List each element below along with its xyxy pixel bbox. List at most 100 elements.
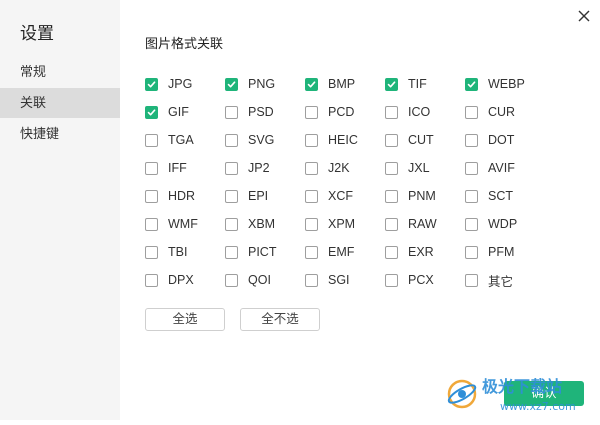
checkbox-box[interactable] (225, 105, 238, 119)
checkbox-label: IFF (168, 161, 187, 175)
checkbox-box[interactable] (145, 161, 158, 175)
format-checkbox-avif[interactable]: AVIF (465, 160, 515, 176)
format-checkbox-psd[interactable]: PSD (225, 104, 274, 120)
checkbox-label: XPM (328, 217, 356, 231)
format-checkbox-webp[interactable]: WEBP (465, 76, 525, 92)
checkbox-box[interactable] (305, 133, 318, 147)
checkbox-box[interactable] (225, 273, 238, 287)
checkbox-box[interactable] (465, 189, 478, 203)
checkbox-box[interactable] (385, 245, 398, 259)
select-all-button[interactable]: 全选 (145, 308, 225, 331)
format-checkbox-xcf[interactable]: XCF (305, 188, 353, 204)
checkbox-box[interactable] (225, 77, 238, 91)
checkbox-label: SCT (488, 189, 513, 203)
checkbox-box[interactable] (385, 161, 398, 175)
confirm-button[interactable]: 确认 (504, 381, 584, 406)
format-checkbox-jxl[interactable]: JXL (385, 160, 430, 176)
format-checkbox-cut[interactable]: CUT (385, 132, 434, 148)
format-checkbox-qoi[interactable]: QOI (225, 272, 271, 288)
checkbox-box[interactable] (465, 105, 478, 119)
checkbox-box[interactable] (145, 77, 158, 91)
format-checkbox-tbi[interactable]: TBI (145, 244, 187, 260)
checkbox-box[interactable] (385, 133, 398, 147)
checkbox-label: EPI (248, 189, 269, 203)
format-checkbox-sgi[interactable]: SGI (305, 272, 350, 288)
format-checkbox-xbm[interactable]: XBM (225, 216, 275, 232)
select-none-button[interactable]: 全不选 (240, 308, 320, 331)
format-checkbox-cur[interactable]: CUR (465, 104, 515, 120)
checkbox-label: DOT (488, 133, 515, 147)
checkbox-box[interactable] (465, 245, 478, 259)
checkbox-box[interactable] (465, 217, 478, 231)
checkbox-box[interactable] (145, 217, 158, 231)
format-checkbox-pfm[interactable]: PFM (465, 244, 514, 260)
format-checkbox-其它[interactable]: 其它 (465, 272, 513, 289)
format-checkbox-jp2[interactable]: JP2 (225, 160, 270, 176)
checkbox-box[interactable] (225, 245, 238, 259)
format-checkbox-png[interactable]: PNG (225, 76, 275, 92)
format-checkbox-svg[interactable]: SVG (225, 132, 274, 148)
checkbox-box[interactable] (465, 273, 478, 287)
checkbox-box[interactable] (145, 133, 158, 147)
checkbox-box[interactable] (465, 77, 478, 91)
format-checkbox-pnm[interactable]: PNM (385, 188, 436, 204)
format-checkbox-epi[interactable]: EPI (225, 188, 268, 204)
checkbox-label: JPG (168, 77, 193, 91)
close-button[interactable] (574, 6, 594, 26)
checkbox-box[interactable] (305, 245, 318, 259)
format-checkbox-gif[interactable]: GIF (145, 104, 189, 120)
checkbox-box[interactable] (305, 105, 318, 119)
checkbox-box[interactable] (145, 273, 158, 287)
format-checkbox-pcd[interactable]: PCD (305, 104, 354, 120)
format-checkbox-raw[interactable]: RAW (385, 216, 437, 232)
format-checkbox-dpx[interactable]: DPX (145, 272, 194, 288)
checkbox-box[interactable] (305, 189, 318, 203)
checkbox-box[interactable] (305, 217, 318, 231)
checkbox-box[interactable] (225, 161, 238, 175)
sidebar-item-general[interactable]: 常规 (0, 57, 120, 87)
checkbox-box[interactable] (225, 133, 238, 147)
checkbox-label: HDR (168, 189, 196, 203)
checkbox-box[interactable] (385, 105, 398, 119)
format-checkbox-tif[interactable]: TIF (385, 76, 427, 92)
sidebar: 设置 常规 关联 快捷键 (0, 0, 120, 420)
format-checkbox-pict[interactable]: PICT (225, 244, 276, 260)
checkbox-box[interactable] (305, 161, 318, 175)
format-checkbox-jpg[interactable]: JPG (145, 76, 192, 92)
checkbox-label: PNG (248, 77, 276, 91)
format-checkbox-iff[interactable]: IFF (145, 160, 187, 176)
checkbox-box[interactable] (385, 77, 398, 91)
checkbox-box[interactable] (225, 189, 238, 203)
format-checkbox-dot[interactable]: DOT (465, 132, 514, 148)
sidebar-item-association[interactable]: 关联 (0, 88, 120, 118)
checkbox-box[interactable] (305, 273, 318, 287)
format-checkbox-pcx[interactable]: PCX (385, 272, 434, 288)
format-checkbox-wmf[interactable]: WMF (145, 216, 198, 232)
checkbox-box[interactable] (385, 189, 398, 203)
checkbox-label: XBM (248, 217, 276, 231)
format-checkbox-exr[interactable]: EXR (385, 244, 434, 260)
format-checkbox-bmp[interactable]: BMP (305, 76, 355, 92)
check-icon (227, 80, 236, 87)
format-checkbox-j2k[interactable]: J2K (305, 160, 350, 176)
checkbox-label: JP2 (248, 161, 270, 175)
format-checkbox-ico[interactable]: ICO (385, 104, 430, 120)
format-checkbox-tga[interactable]: TGA (145, 132, 194, 148)
check-icon (147, 108, 156, 115)
format-checkbox-wdp[interactable]: WDP (465, 216, 517, 232)
checkbox-box[interactable] (465, 161, 478, 175)
checkbox-box[interactable] (385, 217, 398, 231)
checkbox-box[interactable] (465, 133, 478, 147)
checkbox-box[interactable] (305, 77, 318, 91)
format-checkbox-sct[interactable]: SCT (465, 188, 513, 204)
sidebar-item-shortcuts[interactable]: 快捷键 (0, 119, 120, 149)
format-checkbox-xpm[interactable]: XPM (305, 216, 355, 232)
checkbox-box[interactable] (145, 105, 158, 119)
format-checkbox-hdr[interactable]: HDR (145, 188, 195, 204)
checkbox-box[interactable] (145, 245, 158, 259)
format-checkbox-heic[interactable]: HEIC (305, 132, 358, 148)
checkbox-box[interactable] (225, 217, 238, 231)
checkbox-box[interactable] (385, 273, 398, 287)
format-checkbox-emf[interactable]: EMF (305, 244, 354, 260)
checkbox-box[interactable] (145, 189, 158, 203)
